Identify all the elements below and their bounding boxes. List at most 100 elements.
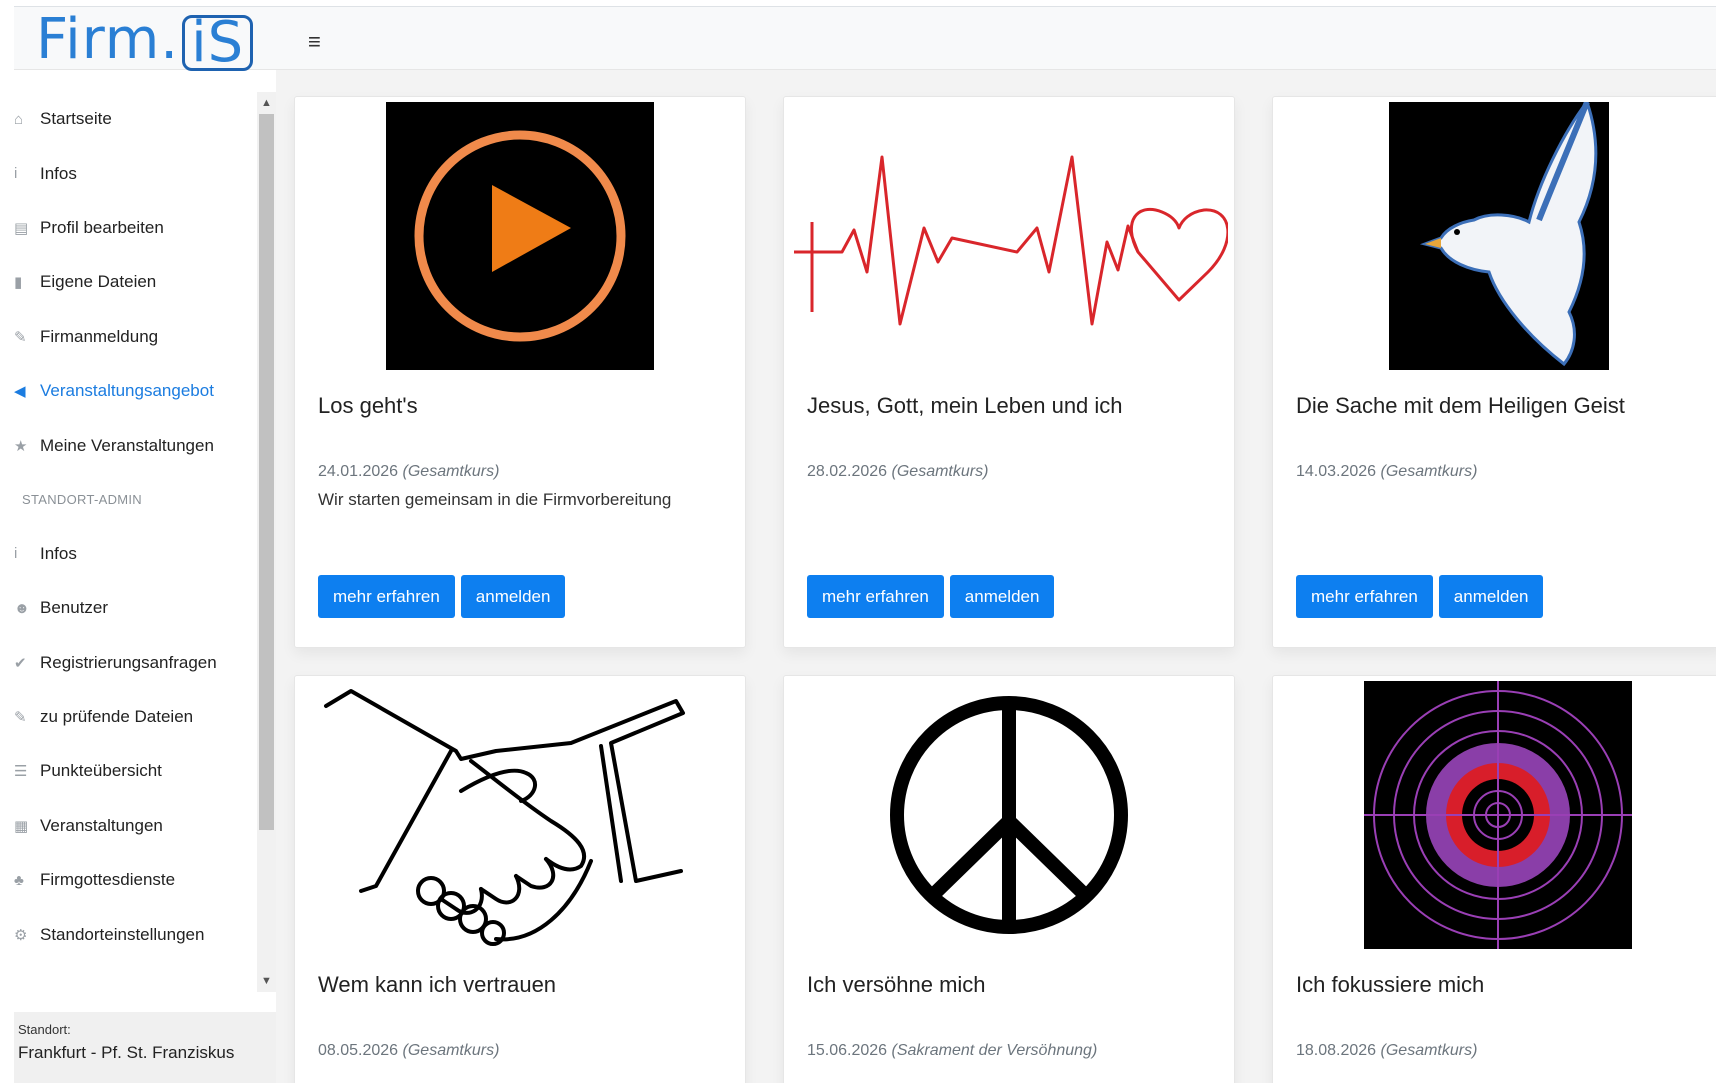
edit-icon: ✎ [14,328,27,346]
more-info-button[interactable]: mehr erfahren [807,575,944,618]
scroll-down-arrow-icon[interactable]: ▼ [257,972,276,990]
sidebar-item-label: Startseite [40,109,112,129]
register-button[interactable]: anmelden [460,575,566,618]
register-button[interactable]: anmelden [1438,575,1544,618]
event-actions: mehr erfahren anmelden [1296,575,1544,618]
event-date: 15.06.2026 (Sakrament der Versöhnung) [807,1042,1097,1060]
event-date: 28.02.2026 (Gesamtkurs) [807,463,988,481]
info-icon: i [14,545,18,563]
sidebar-item-label: Profil bearbeiten [40,217,164,237]
sidebar-item-standorteinstellungen[interactable]: ⚙ Standorteinstellungen [14,907,254,961]
star-icon: ★ [14,437,28,455]
sidebar-item-profil-bearbeiten[interactable]: ▤ Profil bearbeiten [14,201,254,255]
sidebar-item-veranstaltungen[interactable]: ▦ Veranstaltungen [14,799,254,853]
event-title: Ich versöhne mich [807,972,986,997]
standort-value: Frankfurt - Pf. St. Franziskus [18,1043,235,1062]
sidebar-item-startseite[interactable]: ⌂ Startseite [14,92,254,146]
event-type: (Gesamtkurs) [402,1042,500,1059]
id-card-icon: ▤ [14,219,29,237]
event-date-value: 24.01.2026 [318,463,399,480]
standort-label: Standort: [18,1022,71,1037]
event-title: Ich fokussiere mich [1296,972,1485,997]
heartbeat-image [792,102,1228,370]
sidebar-item-infos[interactable]: i Infos [14,146,254,200]
sidebar-item-label: Veranstaltungsangebot [40,381,214,401]
megaphone-icon: ◀ [14,383,26,401]
user-check-icon: ✔ [14,654,27,672]
file-icon: ▮ [14,274,23,292]
event-card: Los geht's 24.01.2026 (Gesamtkurs) Wir s… [294,96,746,648]
handshake-image [321,681,721,949]
event-card: Jesus, Gott, mein Leben und ich 28.02.20… [783,96,1235,648]
heartbeat-icon [794,155,1228,326]
top-header: Firm. iS ≡ [14,6,1716,72]
sidebar-item-eigene-dateien[interactable]: ▮ Eigene Dateien [14,255,254,309]
sidebar-item-firmgottesdienste[interactable]: ♣ Firmgottesdienste [14,853,254,907]
sidebar-item-label: Infos [40,163,77,183]
sidebar-item-admin-infos[interactable]: i Infos [14,527,254,581]
logo-box-text: iS [182,15,254,71]
more-info-button[interactable]: mehr erfahren [1296,575,1433,618]
handshake-icon [324,689,685,946]
calendar-icon: ▦ [14,817,29,835]
event-card: Ich fokussiere mich 18.08.2026 (Gesamtku… [1272,675,1716,1083]
event-date-value: 15.06.2026 [807,1042,888,1059]
register-button[interactable]: anmelden [949,575,1055,618]
sidebar-item-label: Firmanmeldung [40,326,159,346]
event-type: (Gesamtkurs) [891,463,989,480]
sidebar-item-label: Firmgottesdienste [40,870,176,890]
event-title: Wem kann ich vertrauen [318,972,557,997]
edit-icon: ✎ [14,709,27,727]
sidebar-item-label: Registrierungsanfragen [40,652,217,672]
sidebar-nav: ⌂ Startseite i Infos ▤ Profil bearbeiten ▮ E… [14,92,254,962]
event-description: Wir starten gemeinsam in die Firmvorbere… [318,490,672,509]
event-type: (Gesamtkurs) [1380,1042,1478,1059]
sidebar-item-zu-pruefende-dateien[interactable]: ✎ zu prüfende Dateien [14,690,254,744]
event-title: Los geht's [318,393,418,418]
sidebar-item-label: Veranstaltungen [40,815,163,835]
section-heading-standort-admin: STANDORT-ADMIN [22,492,143,508]
sidebar-scrollbar[interactable]: ▲ ▼ [257,92,276,992]
standort-panel: Standort: Frankfurt - Pf. St. Franziskus [14,1012,276,1083]
sidebar-item-punkteuebersicht[interactable]: ☰ Punkteübersicht [14,744,254,798]
target-icon [1364,681,1632,949]
event-date-value: 14.03.2026 [1296,463,1377,480]
more-info-button[interactable]: mehr erfahren [318,575,455,618]
info-icon: i [14,165,18,183]
event-date: 14.03.2026 (Gesamtkurs) [1296,463,1477,481]
sitemap-icon: ♣ [14,871,24,889]
event-type: (Gesamtkurs) [1380,463,1478,480]
logo-text: Firm. [36,7,180,72]
event-card: Wem kann ich vertrauen 08.05.2026 (Gesam… [294,675,746,1083]
event-card: Die Sache mit dem Heiligen Geist 14.03.2… [1272,96,1716,648]
sidebar: ⌂ Startseite i Infos ▤ Profil bearbeiten ▮ E… [14,92,276,1083]
event-actions: mehr erfahren anmelden [807,575,1055,618]
peace-sign-icon [890,696,1128,934]
event-date: 08.05.2026 (Gesamtkurs) [318,1042,499,1060]
sidebar-item-firmanmeldung[interactable]: ✎ Firmanmeldung [14,310,254,364]
sidebar-item-veranstaltungsangebot[interactable]: ◀ Veranstaltungsangebot [14,364,254,418]
sidebar-item-meine-veranstaltungen[interactable]: ★ Meine Veranstaltungen [14,418,254,472]
sidebar-item-label: Infos [40,543,77,563]
event-date: 24.01.2026 (Gesamtkurs) [318,463,499,481]
list-icon: ☰ [14,763,28,781]
event-title: Die Sache mit dem Heiligen Geist [1296,393,1625,418]
firmis-logo[interactable]: Firm. iS [36,7,254,72]
peace-sign-image [875,681,1143,949]
sidebar-item-label: Standorteinstellungen [40,924,205,944]
home-icon: ⌂ [14,110,24,128]
scrollbar-thumb[interactable] [259,114,274,830]
scroll-up-arrow-icon[interactable]: ▲ [257,94,276,112]
target-image [1364,681,1632,949]
dove-icon [1419,102,1598,367]
play-button-image [386,102,654,370]
event-actions: mehr erfahren anmelden [318,575,566,618]
event-type: (Sakrament der Versöhnung) [891,1042,1098,1059]
hamburger-icon[interactable]: ≡ [308,29,321,55]
event-type: (Gesamtkurs) [402,463,500,480]
event-date-value: 18.08.2026 [1296,1042,1377,1059]
sidebar-item-registrierungsanfragen[interactable]: ✔ Registrierungsanfragen [14,636,254,690]
sidebar-item-label: Meine Veranstaltungen [40,435,214,455]
event-date-value: 28.02.2026 [807,463,888,480]
sidebar-item-benutzer[interactable]: ☻ Benutzer [14,581,254,635]
